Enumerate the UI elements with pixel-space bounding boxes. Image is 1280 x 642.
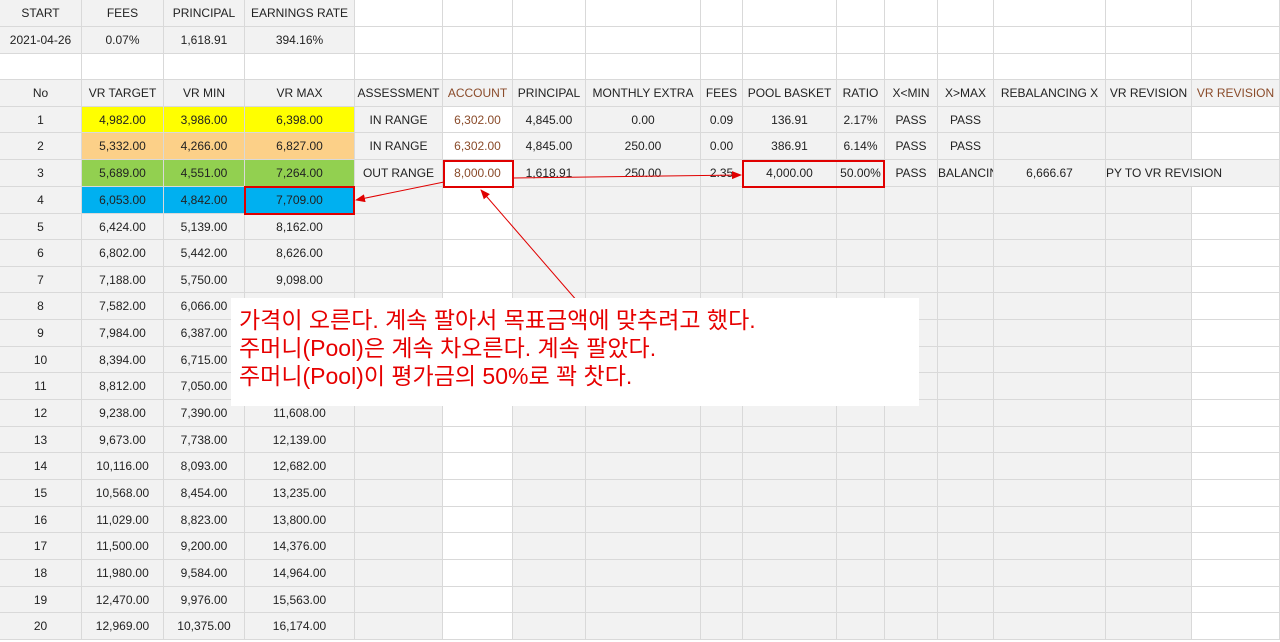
callout-line-3: 주머니(Pool)이 평가금의 50%로 꽉 찻다. [239, 363, 633, 389]
arrow-callout-to-account [480, 189, 579, 303]
highlight-account-box [443, 160, 514, 188]
annotation-callout: 가격이 오른다. 계속 팔아서 목표금액에 맞추려고 했다. 주머니(Pool)… [231, 298, 919, 406]
callout-line-1: 가격이 오른다. 계속 팔아서 목표금액에 맞추려고 했다. [239, 307, 756, 333]
highlight-pool-ratio-box [742, 160, 885, 188]
arrow-account-to-pool [512, 171, 742, 180]
highlight-vr-max-box [244, 186, 355, 215]
callout-line-2: 주머니(Pool)은 계속 차오른다. 계속 팔았다. [239, 335, 657, 361]
arrow-account-to-vr-max [355, 181, 445, 203]
